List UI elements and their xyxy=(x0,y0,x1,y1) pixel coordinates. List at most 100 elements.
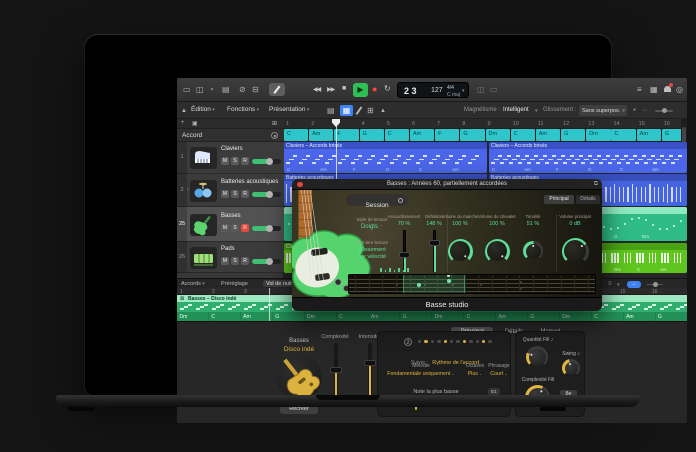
lcd-chevron-icon[interactable]: ▾ xyxy=(462,88,465,94)
import-icon[interactable]: ▲ xyxy=(380,108,386,114)
plugin-tab-details[interactable]: Détails xyxy=(576,195,600,204)
volume-knob[interactable] xyxy=(266,225,273,232)
view-list-icon[interactable]: ▤ xyxy=(327,107,335,115)
chord-cell[interactable]: Am xyxy=(637,129,661,141)
chord-cell[interactable]: G xyxy=(561,129,585,141)
swing-knob[interactable] xyxy=(562,359,580,377)
notifications-bell-icon[interactable] xyxy=(664,86,671,92)
chord-cell[interactable]: F xyxy=(334,129,358,141)
forward-button[interactable]: ▶▶ xyxy=(327,86,334,93)
editor-chord-cell[interactable]: Am xyxy=(496,312,527,321)
browser-icon[interactable]: ▦ xyxy=(650,85,658,94)
volume-slider[interactable] xyxy=(252,226,281,231)
duplicate-track-icon[interactable]: ▣ xyxy=(192,120,198,127)
chord-global-track-header[interactable]: Accord xyxy=(177,129,284,142)
record-button[interactable]: R xyxy=(241,224,249,232)
drag-mode-pill[interactable]: Sans superpos. ▾ xyxy=(579,105,627,116)
solo-button[interactable]: S xyxy=(231,190,239,198)
editor-chord-cell[interactable]: C xyxy=(464,312,495,321)
field-value-2[interactable]: Court ⌄ xyxy=(488,371,510,377)
beat-count-badge[interactable]: 2 xyxy=(404,338,412,346)
link-range-icon[interactable]: ↔ xyxy=(642,107,648,113)
editor-chord-cell[interactable]: Am xyxy=(624,312,655,321)
lcd-display[interactable]: 2 3 127 4/4 C maj ▾ xyxy=(397,82,469,98)
chord-cell[interactable]: G xyxy=(460,129,484,141)
cycle-button[interactable]: ↻ xyxy=(384,84,391,93)
bar-ruler[interactable]: 12345678910111213141516 xyxy=(284,119,687,129)
plugin-knob-2[interactable] xyxy=(523,241,543,261)
region[interactable]: Claviers – Accords brisésCAmFGCAm xyxy=(489,142,687,173)
chord-cell[interactable]: C xyxy=(611,129,635,141)
track-header-piano[interactable]: 1ClaviersMSR xyxy=(177,142,284,174)
region[interactable]: Claviers – Accords brisésCAmFGCAm xyxy=(284,142,487,173)
editor-chord-cell[interactable]: C xyxy=(592,312,623,321)
track-header-pads[interactable]: 26PadsMSR xyxy=(177,242,284,273)
chord-cell[interactable]: C xyxy=(385,129,409,141)
stop-button[interactable]: ■ xyxy=(342,85,346,92)
view-grid-active-icon[interactable]: ▦ xyxy=(340,105,353,116)
volume-knob[interactable] xyxy=(266,258,273,265)
plugin-slider-handle[interactable] xyxy=(429,240,440,246)
beat-dot[interactable] xyxy=(469,340,472,343)
plugin-window[interactable]: Basses : Années 60, partiellement accord… xyxy=(292,179,602,311)
beat-dot[interactable] xyxy=(456,340,459,343)
volume-knob[interactable] xyxy=(266,191,273,198)
rewind-button[interactable]: ◀◀ xyxy=(313,86,320,93)
plugin-slider-0[interactable] xyxy=(403,230,406,272)
dot-icon[interactable]: ● xyxy=(633,108,636,113)
header-options-icon[interactable]: ⊞ xyxy=(272,120,277,127)
chord-cell[interactable]: C xyxy=(284,129,308,141)
menu-edition[interactable]: Édition ▾ xyxy=(191,106,215,113)
mute-button[interactable]: M xyxy=(221,190,229,198)
beat-dot[interactable] xyxy=(482,340,485,343)
mute-button[interactable]: M xyxy=(221,257,229,265)
beat-dot[interactable] xyxy=(476,340,479,343)
menu-presentation[interactable]: Présentation ▾ xyxy=(269,106,309,113)
mixer-icon[interactable]: ◫ xyxy=(196,85,204,94)
editor-tab-0[interactable]: Accords ▾ xyxy=(181,281,205,287)
beat-dot[interactable] xyxy=(437,340,440,343)
pencil-mode-button[interactable] xyxy=(269,83,285,96)
catch-playhead-button[interactable]: ↔ xyxy=(627,281,641,288)
solo-button[interactable]: S xyxy=(231,257,239,265)
slider-handle[interactable] xyxy=(364,360,376,366)
beat-dot[interactable] xyxy=(431,340,434,343)
plugin-slider-1[interactable] xyxy=(433,230,436,272)
beat-dot[interactable] xyxy=(418,340,421,343)
beat-dot[interactable] xyxy=(463,340,466,343)
list-edit-icon[interactable]: ⊟ xyxy=(252,85,259,94)
plugin-slider-handle[interactable] xyxy=(399,252,410,258)
snap-value[interactable]: Intelligent xyxy=(503,107,529,113)
editor-tab-1[interactable]: Préréglage xyxy=(221,281,248,287)
add-track-icon[interactable]: + xyxy=(181,120,185,126)
editor-chord-cell[interactable]: C xyxy=(209,312,240,321)
editor-chord-cell[interactable]: Dm xyxy=(177,312,208,321)
plugin-knob-0[interactable] xyxy=(448,239,473,264)
plugin-knob-1[interactable] xyxy=(485,239,510,264)
chord-cell[interactable]: Am xyxy=(309,129,333,141)
record-button[interactable]: R xyxy=(241,190,249,198)
mute-button[interactable]: M xyxy=(221,224,229,232)
beat-dot[interactable] xyxy=(424,340,427,343)
chord-track-power-icon[interactable] xyxy=(271,132,278,139)
play-button[interactable]: ▶ xyxy=(353,83,368,97)
link-icon[interactable]: ⧉ xyxy=(594,181,598,188)
solo-button[interactable]: S xyxy=(231,224,239,232)
chord-cell[interactable]: G xyxy=(360,129,384,141)
track-header-bass[interactable]: 25BassesMSR xyxy=(177,207,284,242)
plugin-knob-3[interactable] xyxy=(562,238,589,265)
volume-slider[interactable] xyxy=(252,259,281,264)
record-button[interactable]: R xyxy=(241,257,249,265)
display-icon[interactable]: ▤ xyxy=(222,85,230,94)
editor-chord-cell[interactable]: G xyxy=(400,312,431,321)
crossfade-icon[interactable]: ⊞ xyxy=(367,107,374,115)
plugin-tab-principal[interactable]: Principal xyxy=(544,195,574,204)
chord-cell[interactable]: Dm xyxy=(486,129,510,141)
beat-dot[interactable] xyxy=(444,340,447,343)
volume-slider[interactable] xyxy=(252,192,281,197)
editor-chord-cell[interactable]: G xyxy=(273,312,304,321)
chord-cell[interactable]: F xyxy=(435,129,459,141)
list-editors-icon[interactable]: ≡ xyxy=(637,85,642,94)
preset-menu-icon[interactable] xyxy=(398,198,403,203)
erase-icon[interactable]: ⊘ xyxy=(239,85,246,94)
